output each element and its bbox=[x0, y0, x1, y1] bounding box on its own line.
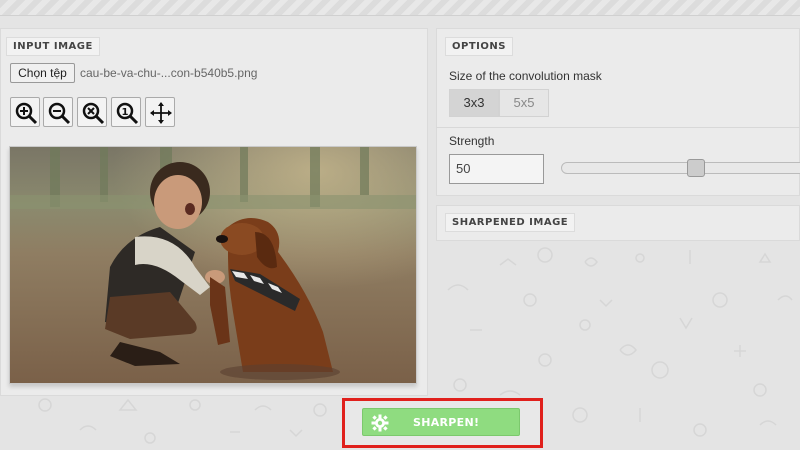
move-icon bbox=[150, 102, 172, 124]
options-title: OPTIONS bbox=[445, 37, 513, 56]
zoom-reset-button[interactable] bbox=[77, 97, 107, 127]
move-button[interactable] bbox=[145, 97, 175, 127]
gear-icon bbox=[371, 414, 389, 432]
zoom-out-button[interactable] bbox=[43, 97, 73, 127]
strength-input[interactable]: 50 bbox=[449, 154, 544, 184]
sharpen-button[interactable]: SHARPEN! bbox=[362, 408, 520, 436]
zoom-fit-button[interactable]: 1 bbox=[111, 97, 141, 127]
mask-size-label: Size of the convolution mask bbox=[449, 69, 602, 83]
options-divider bbox=[436, 127, 800, 128]
input-image-preview bbox=[9, 146, 417, 384]
sharpen-button-label: SHARPEN! bbox=[413, 416, 480, 429]
boy-and-dog-photo bbox=[10, 147, 416, 383]
zoom-in-icon bbox=[15, 102, 38, 125]
input-image-title: INPUT IMAGE bbox=[6, 37, 100, 56]
strength-label: Strength bbox=[449, 134, 495, 148]
zoom-reset-icon bbox=[82, 102, 105, 125]
strength-slider-thumb[interactable] bbox=[686, 159, 705, 177]
strength-slider[interactable] bbox=[561, 162, 800, 174]
zoom-fit-icon: 1 bbox=[116, 102, 139, 125]
file-name-label: cau-be-va-chu-...con-b540b5.png bbox=[80, 66, 258, 80]
svg-text:1: 1 bbox=[122, 107, 129, 118]
zoom-out-icon bbox=[48, 102, 71, 125]
sharpened-image-title: SHARPENED IMAGE bbox=[445, 213, 576, 232]
mask-5x5-option[interactable]: 5x5 bbox=[499, 89, 549, 117]
choose-file-button[interactable]: Chọn tệp bbox=[10, 63, 75, 83]
mask-3x3-option[interactable]: 3x3 bbox=[449, 89, 499, 117]
zoom-in-button[interactable] bbox=[10, 97, 40, 127]
